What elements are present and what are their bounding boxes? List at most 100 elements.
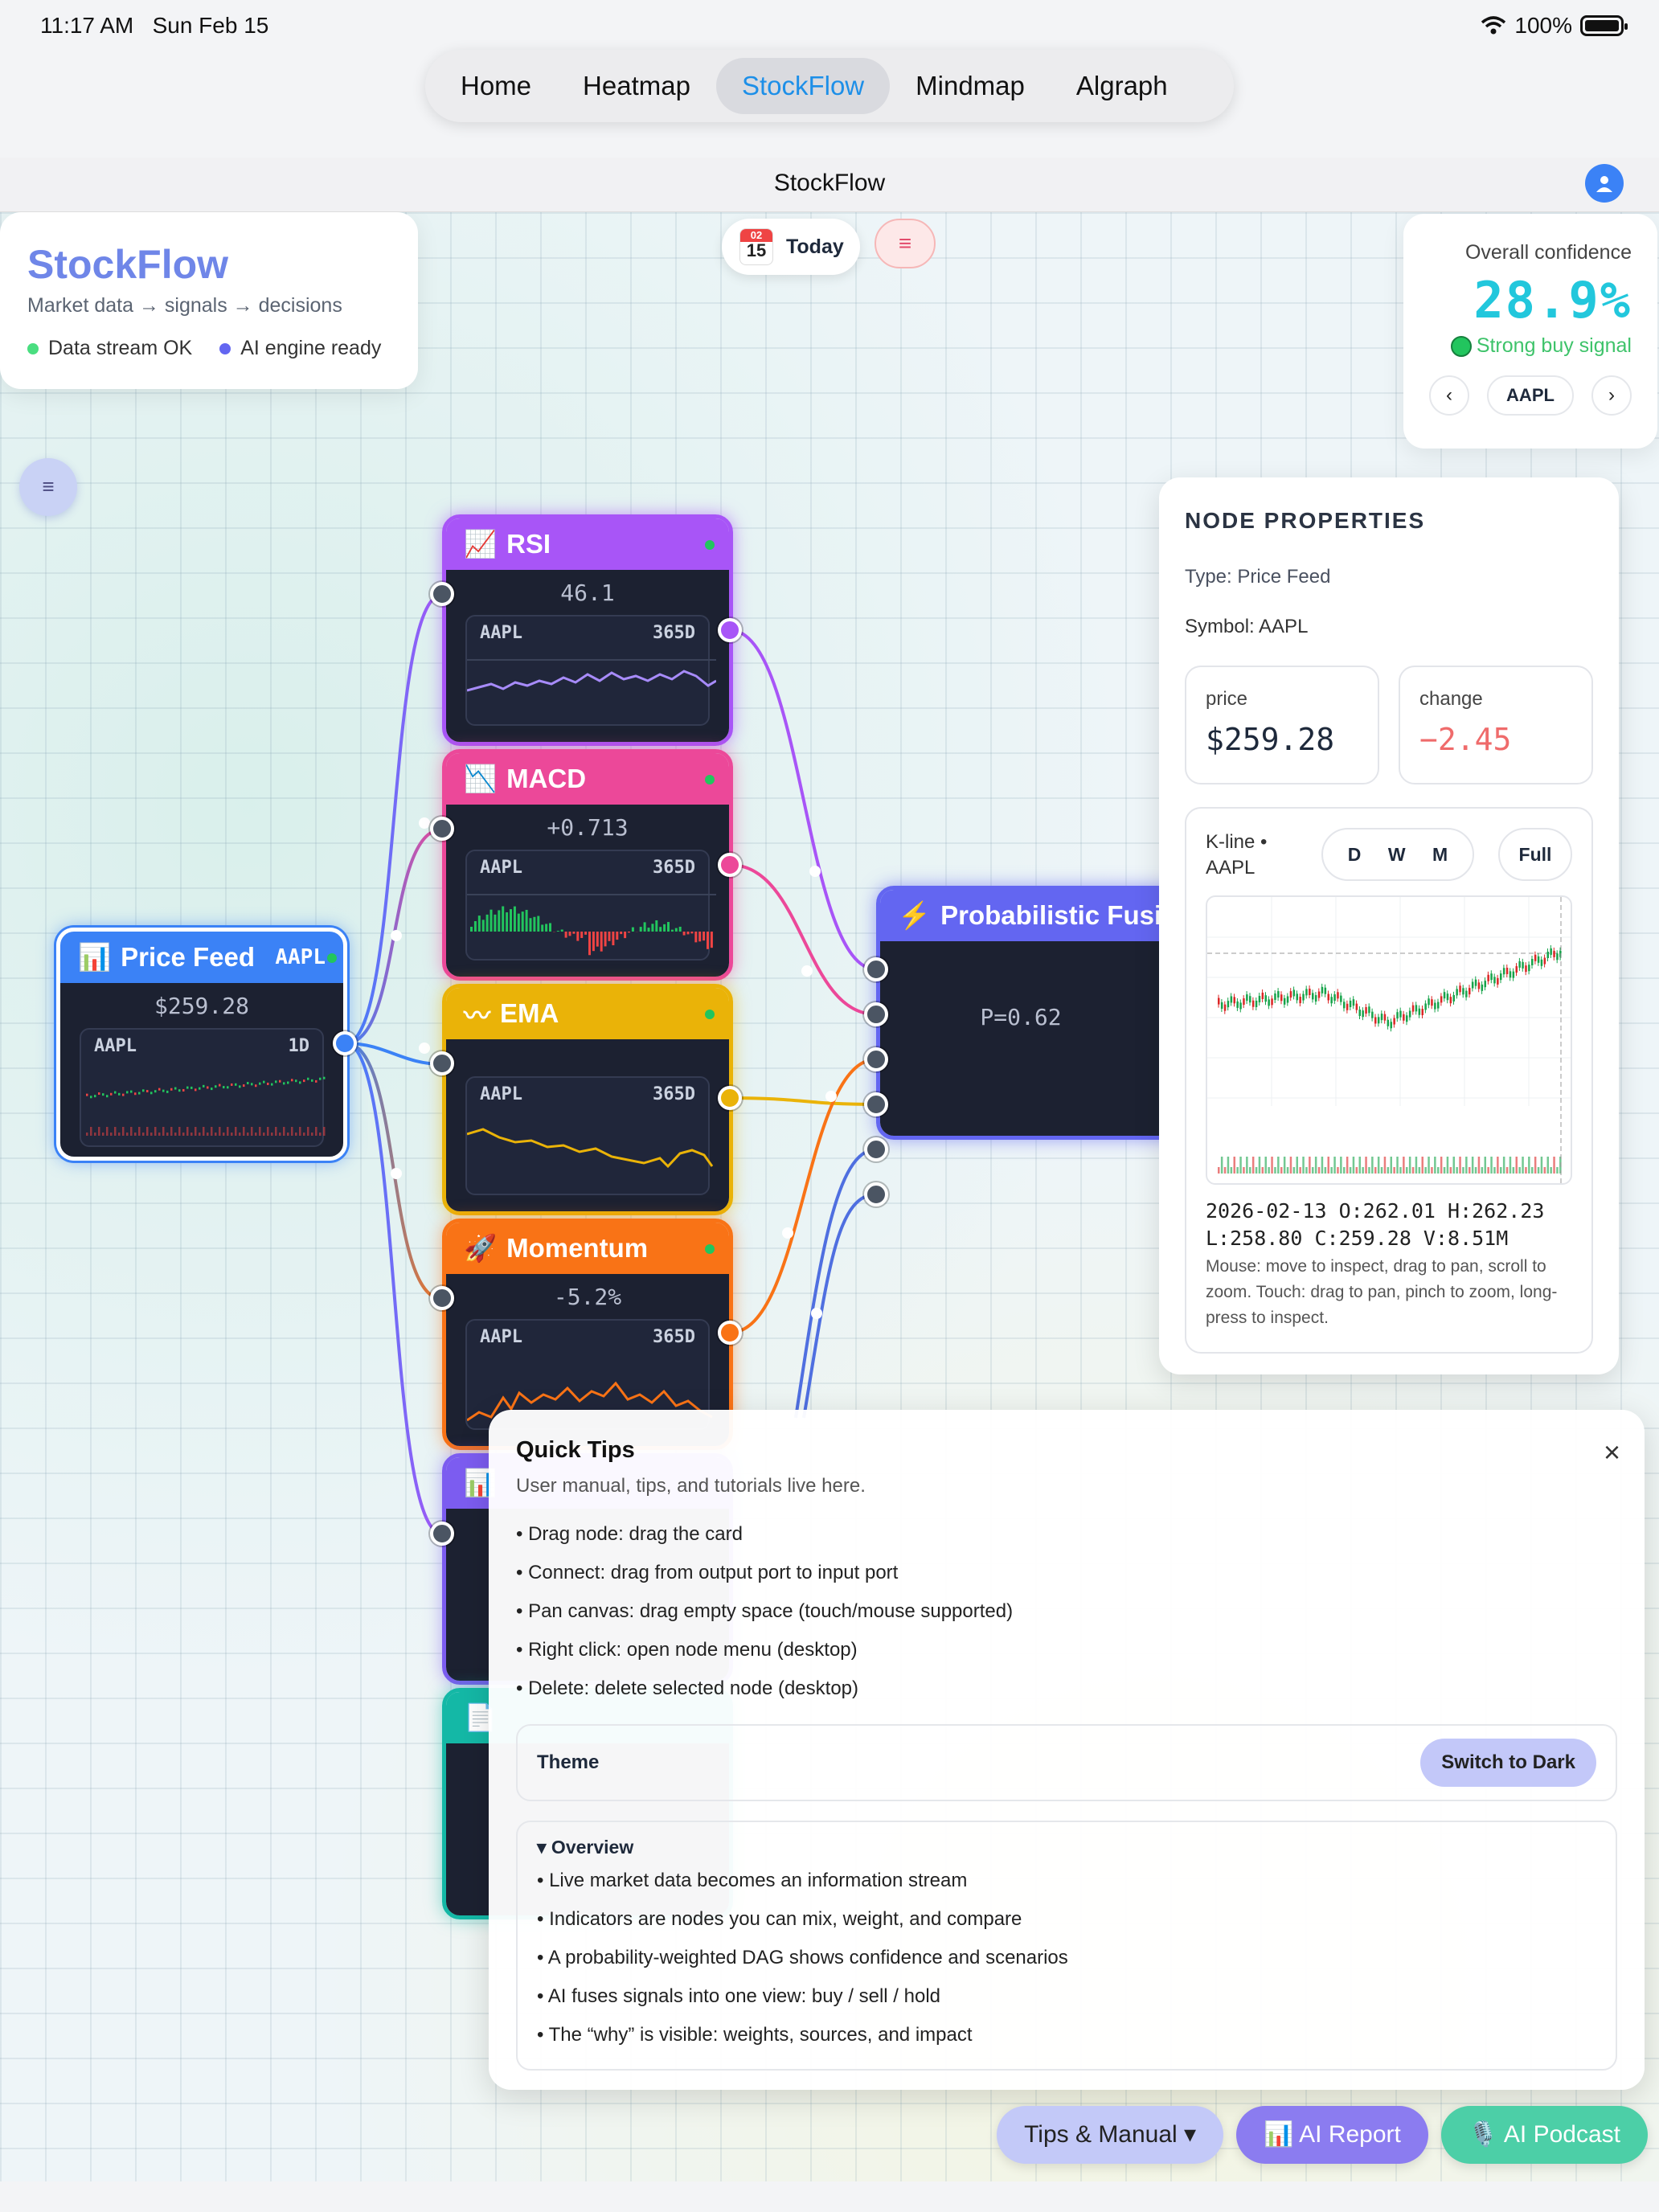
volume-bar <box>1346 1157 1349 1174</box>
page-title: StockFlow <box>0 158 1659 212</box>
ticker-pill[interactable]: AAPL <box>1487 375 1574 416</box>
tab-algraph[interactable]: Algraph <box>1051 58 1194 114</box>
volume-bar <box>1365 1157 1367 1174</box>
tab-stockflow[interactable]: StockFlow <box>715 58 891 114</box>
candle-body <box>1474 979 1477 986</box>
input-port[interactable] <box>430 1522 454 1546</box>
bar-chart-icon: 📊 <box>78 941 112 972</box>
input-port[interactable] <box>864 1182 888 1206</box>
volume-bar <box>1411 1167 1415 1174</box>
overview-toggle[interactable]: ▾ Overview <box>537 1837 1596 1858</box>
prev-ticker-button[interactable]: ‹ <box>1429 375 1469 416</box>
switch-dark-button[interactable]: Switch to Dark <box>1420 1739 1596 1787</box>
volume-bar <box>146 1127 149 1136</box>
volume-bar <box>1431 1167 1433 1174</box>
price-candle <box>166 1090 169 1093</box>
volume-bar <box>1500 1167 1502 1174</box>
price-value: $259.28 <box>1206 722 1335 757</box>
node-probabilistic-fusion[interactable]: ⚡ Probabilistic Fusion P=0.62 <box>876 886 1198 1140</box>
candle-body <box>1268 999 1270 1006</box>
battery-icon <box>1580 15 1628 36</box>
next-ticker-button[interactable]: › <box>1591 375 1632 416</box>
candle-body <box>1390 1022 1392 1029</box>
volume-bar <box>307 1127 309 1136</box>
candle-body <box>1502 968 1505 975</box>
input-port[interactable] <box>864 1137 888 1161</box>
volume-bar <box>1296 1157 1298 1174</box>
volume-bar <box>1462 1167 1464 1174</box>
ai-report-button[interactable]: 📊 AI Report <box>1236 2106 1428 2164</box>
candle-body <box>1349 1001 1352 1008</box>
candle-body <box>1452 994 1455 1002</box>
price-card: price $259.28 <box>1185 666 1379 784</box>
period-month-button[interactable]: M <box>1432 844 1448 866</box>
input-port[interactable] <box>864 957 888 981</box>
volume-bar <box>319 1133 322 1136</box>
macd-bar <box>670 929 674 932</box>
volume-bar <box>1246 1157 1248 1174</box>
tab-mindmap[interactable]: Mindmap <box>890 58 1051 114</box>
tab-heatmap[interactable]: Heatmap <box>557 58 716 114</box>
input-port[interactable] <box>430 1286 454 1310</box>
close-icon[interactable]: × <box>1604 1436 1620 1469</box>
volume-bar <box>199 1133 201 1136</box>
input-port[interactable] <box>864 1047 888 1071</box>
node-macd[interactable]: 📉 MACD +0.713 AAPL 365D <box>442 749 733 981</box>
volume-bar <box>1434 1157 1436 1174</box>
candle-body <box>1534 954 1537 961</box>
overview-section[interactable]: ▾ Overview Live market data becomes an i… <box>516 1821 1617 2071</box>
candle-body <box>1462 988 1464 995</box>
input-port[interactable] <box>430 1051 454 1075</box>
tips-manual-button[interactable]: Tips & Manual ▾ <box>997 2106 1224 2164</box>
input-port[interactable] <box>430 817 454 841</box>
input-port[interactable] <box>864 1092 888 1116</box>
period-day-button[interactable]: D <box>1348 844 1362 866</box>
flow-canvas[interactable]: StockFlow Market data → signals → decisi… <box>0 212 1659 2181</box>
canvas-menu-button[interactable]: ≡ <box>19 458 77 516</box>
kline-chart[interactable] <box>1206 895 1572 1185</box>
output-port[interactable] <box>718 1086 742 1110</box>
ai-podcast-button[interactable]: 🎙️ AI Podcast <box>1440 2106 1648 2164</box>
node-title: EMA <box>500 998 559 1028</box>
tab-home[interactable]: Home <box>435 58 557 114</box>
volume-bar <box>1223 1167 1227 1174</box>
volume-bar <box>1280 1167 1283 1174</box>
user-avatar[interactable] <box>1585 164 1624 203</box>
filter-button[interactable]: ≡ <box>875 219 936 268</box>
price-candle <box>319 1077 322 1080</box>
kline-title: K-line • AAPL <box>1206 831 1268 879</box>
candle-body <box>1255 1000 1258 1007</box>
kline-hint: Mouse: move to inspect, drag to pan, scr… <box>1206 1257 1558 1327</box>
price-candle <box>102 1093 104 1096</box>
node-rsi[interactable]: 📈 RSI 46.1 AAPL 365D <box>442 514 733 746</box>
period-week-button[interactable]: W <box>1388 844 1406 866</box>
node-price-feed[interactable]: 📊 Price Feed AAPL $259.28 AAPL 1D <box>56 928 347 1161</box>
input-port[interactable] <box>430 582 454 606</box>
candle-body <box>1465 990 1468 997</box>
output-port[interactable] <box>718 618 742 642</box>
macd-bar <box>490 909 493 932</box>
volume-bar <box>255 1133 257 1136</box>
candle-body <box>1477 982 1481 989</box>
date-picker-button[interactable]: 15 Today <box>722 219 860 275</box>
price-candle <box>211 1088 213 1091</box>
candle-body <box>1505 967 1509 974</box>
output-port[interactable] <box>718 853 742 877</box>
fullscreen-button[interactable]: Full <box>1498 828 1572 881</box>
macd-bar <box>545 924 548 932</box>
volume-bar <box>1393 1167 1395 1174</box>
candle-body <box>1365 1007 1367 1014</box>
volume-bar <box>130 1127 133 1136</box>
volume-bar <box>1518 1167 1521 1174</box>
macd-bar <box>521 911 524 932</box>
volume-bar <box>1236 1167 1239 1174</box>
volume-bar <box>1239 1157 1242 1174</box>
candle-body <box>1443 992 1446 999</box>
output-port[interactable] <box>718 1321 742 1345</box>
node-ema[interactable]: 〰 EMA AAPL 365D <box>442 984 733 1215</box>
wifi-icon <box>1481 16 1506 35</box>
macd-bar <box>556 931 559 932</box>
macd-bar <box>549 923 551 932</box>
input-port[interactable] <box>864 1002 888 1026</box>
output-port[interactable] <box>333 1031 357 1055</box>
